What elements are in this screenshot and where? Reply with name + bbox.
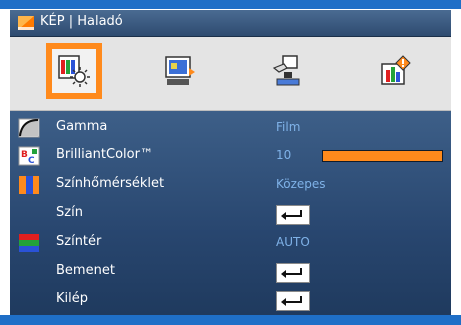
color-enter-button[interactable]	[276, 205, 310, 225]
brilliantcolor-value: 10	[276, 148, 292, 162]
menu-row-color-space[interactable]: Színtér AUTO	[10, 230, 451, 256]
color-label: Szín	[56, 205, 83, 220]
settings-list: Gamma Film B C BrilliantColor™ 10 Színhő…	[10, 111, 451, 315]
gamma-icon	[18, 118, 40, 138]
tab-picture[interactable]	[46, 43, 102, 99]
menu-row-color[interactable]: Szín	[10, 201, 451, 227]
tab-bar	[10, 37, 451, 111]
menu-row-brilliantcolor[interactable]: B C BrilliantColor™ 10	[10, 143, 451, 169]
color-space-label: Színtér	[56, 234, 102, 249]
display-settings-icon	[165, 56, 195, 85]
osd-menu: KÉP | Haladó Gamma Film B C BrilliantCol…	[0, 0, 461, 325]
color-temperature-label: Színhőmérséklet	[56, 176, 165, 191]
exit-enter-button[interactable]	[276, 291, 310, 311]
menu-row-exit[interactable]: Kilép	[10, 287, 451, 313]
svg-text:C: C	[28, 156, 35, 166]
exit-label: Kilép	[56, 291, 88, 306]
color-temperature-value[interactable]: Közepes	[276, 177, 326, 191]
color-temperature-icon	[19, 176, 39, 194]
tab-options[interactable]	[367, 43, 423, 99]
menu-row-color-temperature[interactable]: Színhőmérséklet Közepes	[10, 172, 451, 198]
color-space-icon	[19, 234, 39, 252]
enter-icon	[281, 210, 302, 220]
brilliantcolor-label: BrilliantColor™	[56, 147, 153, 162]
tab-setup[interactable]	[260, 43, 316, 99]
picture-menu-icon	[18, 16, 34, 30]
menu-row-gamma[interactable]: Gamma Film	[10, 115, 451, 141]
title-bar: KÉP | Haladó	[10, 10, 451, 37]
brilliantcolor-slider[interactable]	[322, 150, 443, 162]
color-space-value[interactable]: AUTO	[276, 235, 310, 249]
options-icon	[381, 55, 411, 85]
menu-row-input[interactable]: Bemenet	[10, 259, 451, 285]
picture-settings-icon	[58, 55, 90, 87]
brilliantcolor-icon: B C	[18, 146, 40, 166]
gamma-value[interactable]: Film	[276, 120, 300, 134]
bottom-border	[0, 315, 461, 325]
menu-title: KÉP | Haladó	[40, 14, 123, 29]
enter-icon	[281, 296, 302, 306]
setup-icon	[272, 55, 300, 86]
enter-icon	[281, 268, 302, 278]
tab-display[interactable]	[152, 43, 208, 99]
input-label: Bemenet	[56, 263, 115, 278]
top-border	[0, 0, 461, 9]
svg-text:B: B	[21, 150, 28, 160]
input-enter-button[interactable]	[276, 263, 310, 283]
gamma-label: Gamma	[56, 119, 108, 134]
